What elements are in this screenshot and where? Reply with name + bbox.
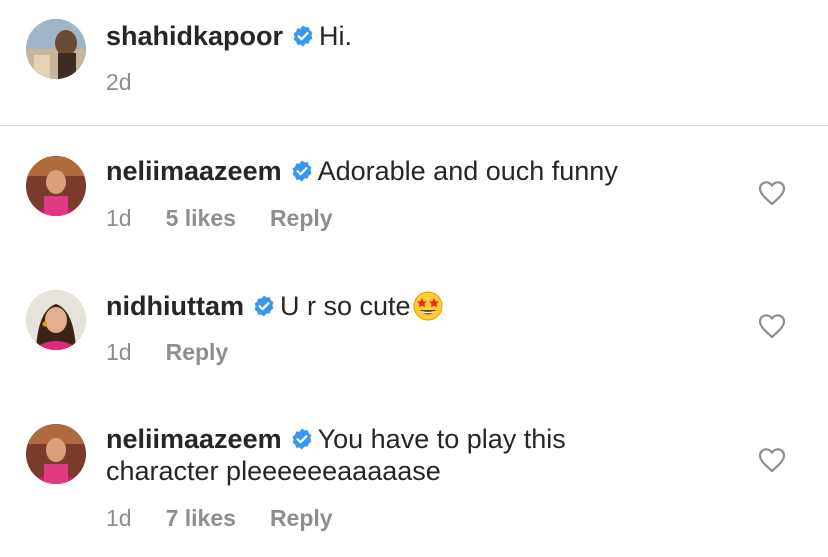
avatar[interactable] [26,290,86,350]
comment-meta: 1d 7 likes Reply [106,504,367,532]
reply-button[interactable]: Reply [166,338,229,366]
timestamp: 1d [106,205,132,231]
avatar[interactable] [26,19,86,79]
username[interactable]: neliimaazeem [106,156,282,186]
heart-outline-icon[interactable] [758,447,786,473]
comment-text: Adorable and ouch funny [317,156,618,186]
verified-badge-icon [290,159,314,183]
verified-badge-icon [290,427,314,451]
timestamp: 1d [106,505,132,531]
verified-badge-icon [252,294,276,318]
comment-meta: 1d 5 likes Reply [106,204,367,232]
heart-outline-icon[interactable] [758,313,786,339]
reply-button[interactable]: Reply [270,204,333,232]
heart-outline-icon[interactable] [758,180,786,206]
caption-text: Hi. [319,21,353,51]
timestamp: 1d [106,339,132,365]
star-struck-emoji [411,289,445,321]
comment-text-block: neliimaazeem Adorable and ouch funny [106,155,726,187]
username[interactable]: neliimaazeem [106,424,282,454]
caption-meta: 2d [106,68,166,96]
username[interactable]: nidhiuttam [106,291,244,321]
comment-text: U r so cute [279,291,411,321]
verified-badge-icon [291,24,315,48]
timestamp: 2d [106,69,132,95]
comment-meta: 1d Reply [106,338,262,366]
avatar[interactable] [26,424,86,484]
comment-text-block: nidhiuttam U r so cute [106,289,726,322]
reply-button[interactable]: Reply [270,504,333,532]
likes-count[interactable]: 5 likes [166,204,236,232]
divider [0,125,828,126]
username[interactable]: shahidkapoor [106,21,283,51]
comment-text-block: neliimaazeem You have to play this charac… [106,423,666,487]
caption-text-block: shahidkapoor Hi. [106,20,726,52]
avatar[interactable] [26,156,86,216]
likes-count[interactable]: 7 likes [166,504,236,532]
